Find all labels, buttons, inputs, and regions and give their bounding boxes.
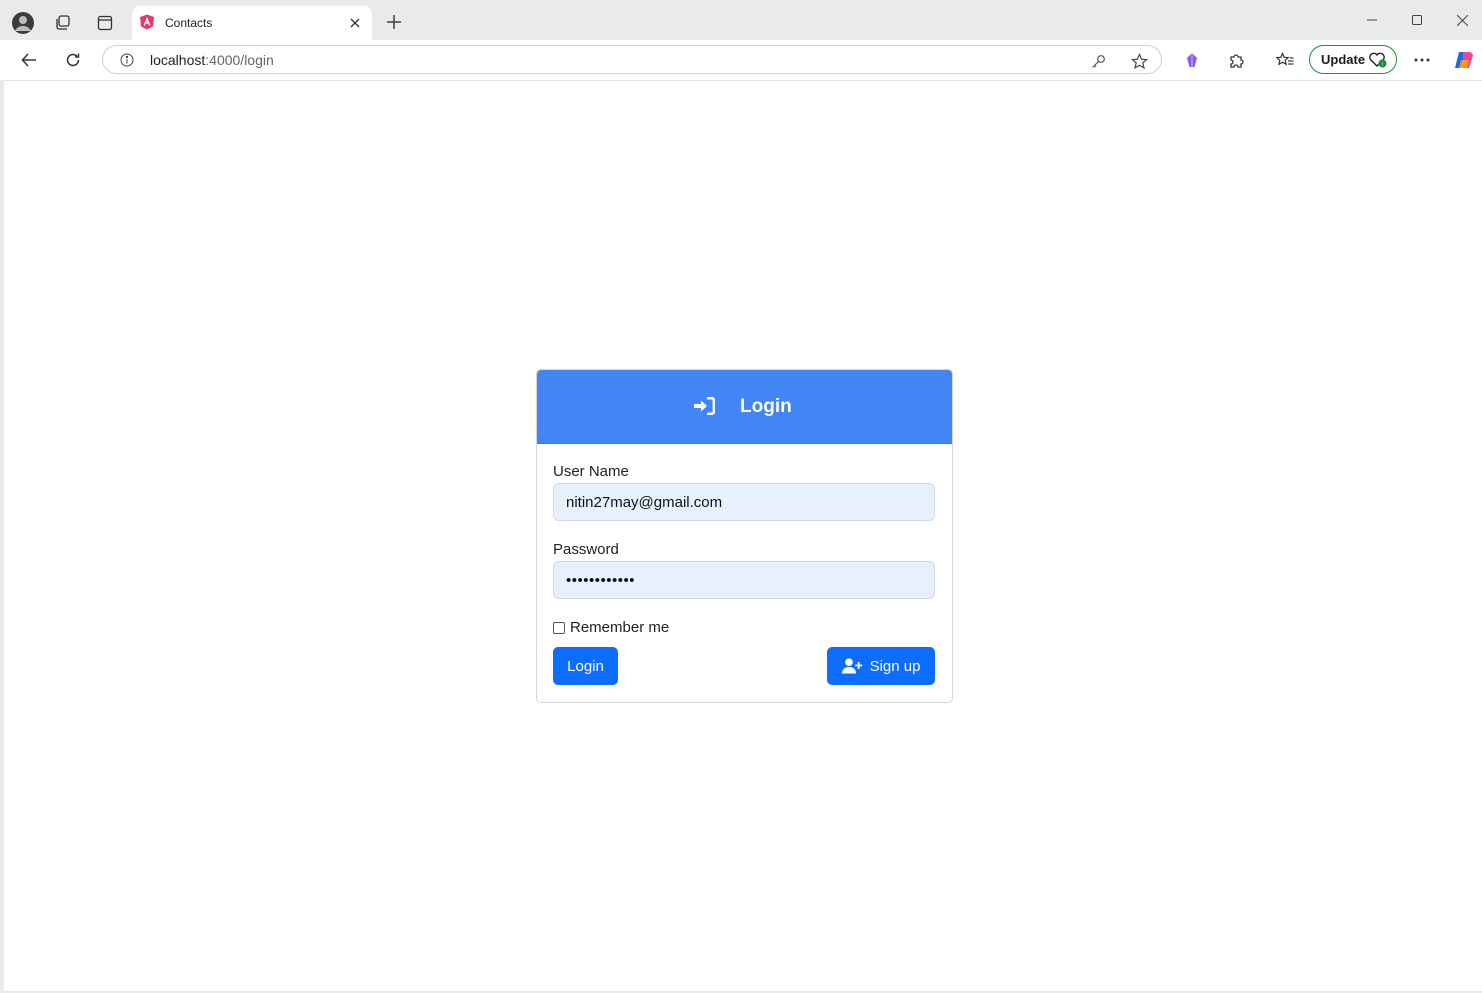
tab-title: Contacts <box>165 16 213 30</box>
angular-logo-icon <box>139 14 155 30</box>
user-plus-icon <box>841 658 863 674</box>
username-input[interactable]: nitin27may@gmail.com <box>553 483 935 521</box>
signup-button[interactable]: Sign up <box>827 647 935 685</box>
more-menu-icon[interactable] <box>1411 49 1433 71</box>
extension-crystal-icon[interactable] <box>1181 49 1203 71</box>
password-input[interactable]: •••••••••••• <box>553 561 935 599</box>
site-info-icon[interactable] <box>119 52 135 68</box>
signup-label: Sign up <box>869 657 921 675</box>
favorites-icon[interactable] <box>1274 49 1296 71</box>
vertical-tabs-icon[interactable] <box>94 12 116 34</box>
address-bar[interactable]: localhost:4000/login <box>102 45 1162 74</box>
new-tab-icon[interactable] <box>384 12 404 32</box>
profile-avatar-icon[interactable] <box>10 10 36 36</box>
back-icon[interactable] <box>18 49 40 71</box>
minimize-icon[interactable] <box>1362 10 1382 30</box>
maximize-icon[interactable] <box>1407 10 1427 30</box>
update-heart-icon: ↑ <box>1368 51 1388 69</box>
svg-text:↑: ↑ <box>1381 62 1384 68</box>
login-title: Login <box>740 396 792 417</box>
password-key-icon[interactable] <box>1089 52 1107 70</box>
workspaces-icon[interactable] <box>52 12 74 34</box>
favorite-star-icon[interactable] <box>1129 51 1149 71</box>
url-text[interactable]: localhost:4000/login <box>150 52 274 68</box>
copilot-icon[interactable] <box>1452 48 1476 72</box>
update-button[interactable]: Update ↑ <box>1309 45 1397 74</box>
close-tab-icon[interactable] <box>347 15 363 31</box>
password-label: Password <box>553 541 619 558</box>
browser-toolbar: localhost:4000/login Update ↑ <box>0 40 1482 80</box>
tab-contacts[interactable]: Contacts <box>132 6 372 40</box>
remember-me-label[interactable]: Remember me <box>570 619 669 636</box>
browser-title-bar: Contacts <box>0 0 1482 40</box>
refresh-icon[interactable] <box>62 49 84 71</box>
page-viewport: Login User Name nitin27may@gmail.com Pas… <box>4 80 1482 991</box>
username-label: User Name <box>553 463 629 480</box>
login-card: Login User Name nitin27may@gmail.com Pas… <box>536 369 953 703</box>
remember-me-checkbox[interactable] <box>553 621 565 634</box>
extensions-puzzle-icon[interactable] <box>1225 49 1247 71</box>
remember-me-row[interactable]: Remember me <box>553 619 669 636</box>
sign-in-icon <box>694 396 716 421</box>
login-card-header: Login <box>537 370 952 444</box>
close-window-icon[interactable] <box>1452 10 1472 30</box>
login-button[interactable]: Login <box>553 647 618 685</box>
